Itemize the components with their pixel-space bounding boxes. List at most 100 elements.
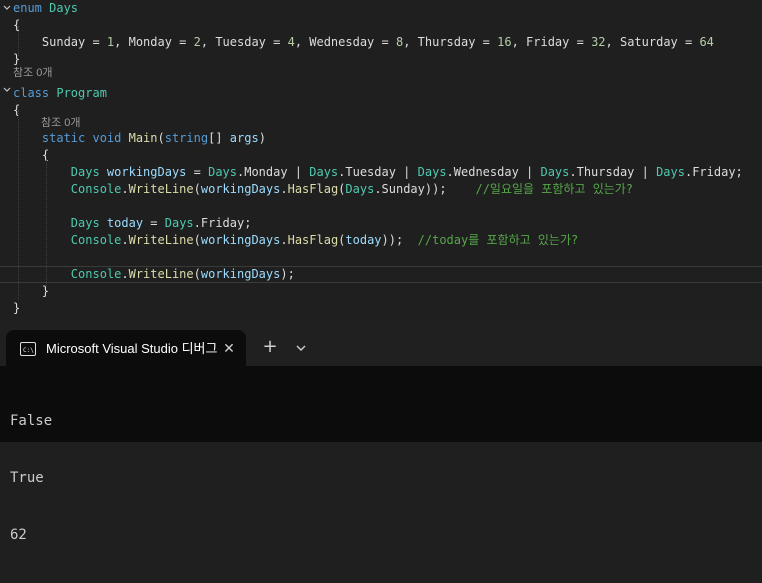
code-token: today: [99, 216, 144, 230]
code-token: , Tuesday =: [200, 35, 288, 49]
code-token: Console: [70, 233, 122, 247]
indent-guide: [18, 26, 19, 56]
code-token: Days: [49, 1, 79, 15]
indent-guide: [18, 110, 19, 300]
output-line: 62: [10, 527, 27, 543]
code-token: {: [13, 103, 21, 117]
new-tab-button[interactable]: +: [260, 338, 280, 358]
terminal-tab-bar: C:\ Microsoft Visual Studio 디버그 ✕ +: [0, 322, 762, 366]
code-line[interactable]: [0, 249, 762, 266]
code-line[interactable]: static void Main(string[] args): [0, 130, 762, 147]
code-token: (: [193, 182, 201, 196]
code-token: WriteLine: [128, 267, 194, 281]
code-token: , Wednesday =: [294, 35, 396, 49]
code-token: (: [157, 131, 165, 145]
code-token: Days: [656, 165, 685, 179]
code-token: {: [13, 18, 21, 32]
code-token: workingDays: [200, 233, 281, 247]
code-token: ): [258, 131, 266, 145]
code-line[interactable]: Console.WriteLine(workingDays.HasFlag(to…: [0, 232, 762, 249]
code-token: workingDays: [200, 267, 281, 281]
code-token: Days: [70, 165, 100, 179]
code-token: 16: [497, 35, 512, 49]
code-token: Sunday =: [13, 35, 107, 49]
code-token: .Friday;: [684, 165, 743, 179]
code-line[interactable]: [0, 198, 762, 215]
code-token: WriteLine: [128, 182, 194, 196]
code-token: .Wednesday |: [446, 165, 541, 179]
code-line[interactable]: Sunday = 1, Monday = 2, Tuesday = 4, Wed…: [0, 34, 762, 51]
code-token: Days: [540, 165, 570, 179]
code-line[interactable]: Days workingDays = Days.Monday | Days.Tu…: [0, 164, 762, 181]
code-token: string: [164, 131, 209, 145]
code-token: , Saturday =: [605, 35, 700, 49]
code-token: HasFlag: [287, 182, 339, 196]
code-token: class: [13, 86, 57, 100]
code-token: .: [280, 233, 288, 247]
code-token: static void: [13, 131, 129, 145]
code-token: .Sunday));: [374, 182, 476, 196]
code-token: , Thursday =: [403, 35, 498, 49]
code-line[interactable]: {: [0, 17, 762, 34]
code-line[interactable]: Console.WriteLine(workingDays);: [0, 266, 762, 283]
code-token: 4: [287, 35, 295, 49]
debug-console-window: C:\ Microsoft Visual Studio 디버그 ✕ + Fals…: [0, 322, 762, 543]
close-icon[interactable]: ✕: [220, 340, 238, 358]
code-token: workingDays: [99, 165, 187, 179]
code-line[interactable]: Console.WriteLine(workingDays.HasFlag(Da…: [0, 181, 762, 198]
code-token: workingDays: [200, 182, 281, 196]
collapse-chevron-icon[interactable]: [3, 86, 11, 94]
svg-text:C:\: C:\: [23, 347, 34, 354]
code-token: Days: [70, 216, 100, 230]
code-token: (: [193, 233, 201, 247]
code-token: .Monday |: [237, 165, 310, 179]
code-line[interactable]: {: [0, 147, 762, 164]
code-token: 2: [193, 35, 201, 49]
collapse-chevron-icon[interactable]: [3, 4, 11, 12]
tab-title: Microsoft Visual Studio 디버그: [46, 341, 218, 356]
code-line[interactable]: enum Days: [0, 0, 762, 17]
code-line[interactable]: {: [0, 102, 762, 119]
code-token: , Monday =: [114, 35, 194, 49]
code-token: []: [208, 131, 230, 145]
code-token: .: [121, 182, 129, 196]
code-token: enum: [13, 1, 50, 15]
code-token: Console: [70, 267, 122, 281]
tab-debug-console[interactable]: C:\ Microsoft Visual Studio 디버그 ✕: [6, 330, 246, 366]
code-line[interactable]: class Program: [0, 85, 762, 102]
code-token: (: [193, 267, 201, 281]
code-token: Days: [345, 182, 375, 196]
code-token: ));: [381, 233, 418, 247]
code-token: //일요일을 포함하고 있는가?: [475, 182, 634, 196]
code-line[interactable]: }: [0, 300, 762, 317]
code-token: Program: [56, 86, 107, 100]
code-line[interactable]: Days today = Days.Friday;: [0, 215, 762, 232]
code-token: }: [13, 301, 21, 315]
code-line[interactable]: [0, 68, 762, 85]
chevron-down-icon[interactable]: [292, 338, 310, 358]
code-token: Console: [70, 182, 122, 196]
references-codelens-main[interactable]: 참조 0개: [41, 116, 81, 130]
code-token: args: [229, 131, 259, 145]
output-line: True: [10, 470, 44, 486]
code-token: Days: [164, 216, 194, 230]
code-editor[interactable]: enum Days{ Sunday = 1, Monday = 2, Tuesd…: [0, 0, 762, 322]
code-token: .: [121, 233, 129, 247]
code-token: //today를 포함하고 있는가?: [417, 233, 579, 247]
code-token: .Tuesday |: [338, 165, 418, 179]
code-token: .Thursday |: [569, 165, 657, 179]
code-line[interactable]: }: [0, 51, 762, 68]
terminal-icon: C:\: [20, 342, 36, 356]
indent-guide: [46, 160, 47, 286]
code-token: 64: [699, 35, 714, 49]
code-token: WriteLine: [128, 233, 194, 247]
code-token: today: [345, 233, 382, 247]
code-token: =: [143, 216, 165, 230]
code-token: .Friday;: [193, 216, 252, 230]
code-line[interactable]: }: [0, 283, 762, 300]
references-codelens-program[interactable]: 참조 0개: [13, 66, 53, 80]
